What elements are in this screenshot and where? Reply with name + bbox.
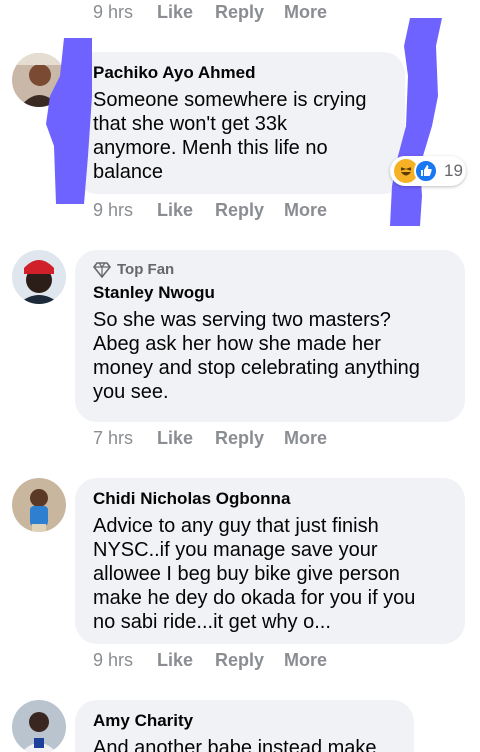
comment-text-line: Abeg ask her how she made her	[93, 333, 381, 355]
comment-time: 9 hrs	[93, 1, 134, 22]
scribble-mark-left	[46, 38, 92, 204]
more-button[interactable]: More	[284, 200, 327, 221]
comment-time: 9 hrs	[93, 649, 134, 670]
more-button[interactable]: More	[284, 428, 327, 449]
comment-text-line: allowee I beg buy bike give person	[93, 563, 400, 585]
reply-button[interactable]: Reply	[215, 428, 284, 449]
like-button[interactable]: Like	[157, 200, 215, 221]
top-fan-label: Top Fan	[117, 261, 175, 278]
comment-text-line: that she won't get 33k	[93, 113, 287, 135]
avatar[interactable]	[12, 700, 66, 752]
comment-text-line: balance	[93, 161, 164, 183]
comment-text-line: anymore. Menh this life no	[93, 137, 328, 159]
comment-text: Advice to any guy that just finish NYSC.…	[93, 514, 447, 634]
top-fan-badge: Top Fan	[93, 260, 447, 280]
comment-text: Someone somewhere is crying that she won…	[93, 88, 387, 184]
like-button[interactable]: Like	[157, 650, 215, 671]
comment-actions: 9 hrs Like Reply More	[93, 648, 327, 672]
comment-actions: 9 hrs Like Reply More	[93, 198, 327, 222]
comment-author[interactable]: Amy Charity	[93, 710, 396, 732]
avatar[interactable]	[12, 478, 66, 532]
reaction-count: 19	[444, 161, 463, 180]
comment-text: And another babe instead make	[93, 736, 396, 752]
comment-text-line: you see.	[93, 381, 169, 403]
avatar-image	[12, 250, 66, 304]
comment-time: 7 hrs	[93, 427, 134, 448]
avatar[interactable]	[12, 250, 66, 304]
comment-actions: 9 hrs Like Reply More	[93, 0, 327, 24]
comment-text-line: make he dey do okada for you if you	[93, 587, 416, 609]
comment-text-line: Advice to any guy that just finish	[93, 515, 379, 537]
comment-bubble: Top Fan Stanley Nwogu So she was serving…	[75, 250, 465, 422]
comment-time: 9 hrs	[93, 199, 134, 220]
comment-author[interactable]: Chidi Nicholas Ogbonna	[93, 488, 447, 510]
scribble-mark-right	[390, 18, 442, 226]
reply-button[interactable]: Reply	[215, 200, 284, 221]
comment-bubble: Chidi Nicholas Ogbonna Advice to any guy…	[75, 478, 465, 644]
like-button[interactable]: Like	[157, 428, 215, 449]
comment-bubble: Pachiko Ayo Ahmed Someone somewhere is c…	[75, 52, 405, 194]
comment-author[interactable]: Stanley Nwogu	[93, 282, 447, 304]
comment-actions: 7 hrs Like Reply More	[93, 426, 327, 450]
like-icon	[414, 159, 438, 183]
reply-button[interactable]: Reply	[215, 650, 284, 671]
comment-text-line: Someone somewhere is crying	[93, 89, 367, 111]
comment-text-line: NYSC..if you manage save your	[93, 539, 378, 561]
more-button[interactable]: More	[284, 2, 327, 23]
comment-author[interactable]: Pachiko Ayo Ahmed	[93, 62, 387, 84]
like-button[interactable]: Like	[157, 2, 215, 23]
more-button[interactable]: More	[284, 650, 327, 671]
reaction-summary[interactable]: 19	[390, 156, 466, 186]
comment-text-line: no sabi ride...it get why o...	[93, 611, 331, 633]
comment-text-line: And another babe instead make	[93, 737, 377, 752]
comment-text-line: So she was serving two masters?	[93, 309, 391, 331]
diamond-icon	[93, 262, 111, 278]
comment-text: So she was serving two masters? Abeg ask…	[93, 308, 447, 404]
reply-button[interactable]: Reply	[215, 2, 284, 23]
avatar-image	[12, 478, 66, 532]
avatar-image	[12, 700, 66, 752]
comment-text-line: money and stop celebrating anything	[93, 357, 420, 379]
comment-bubble: Amy Charity And another babe instead mak…	[75, 700, 414, 752]
